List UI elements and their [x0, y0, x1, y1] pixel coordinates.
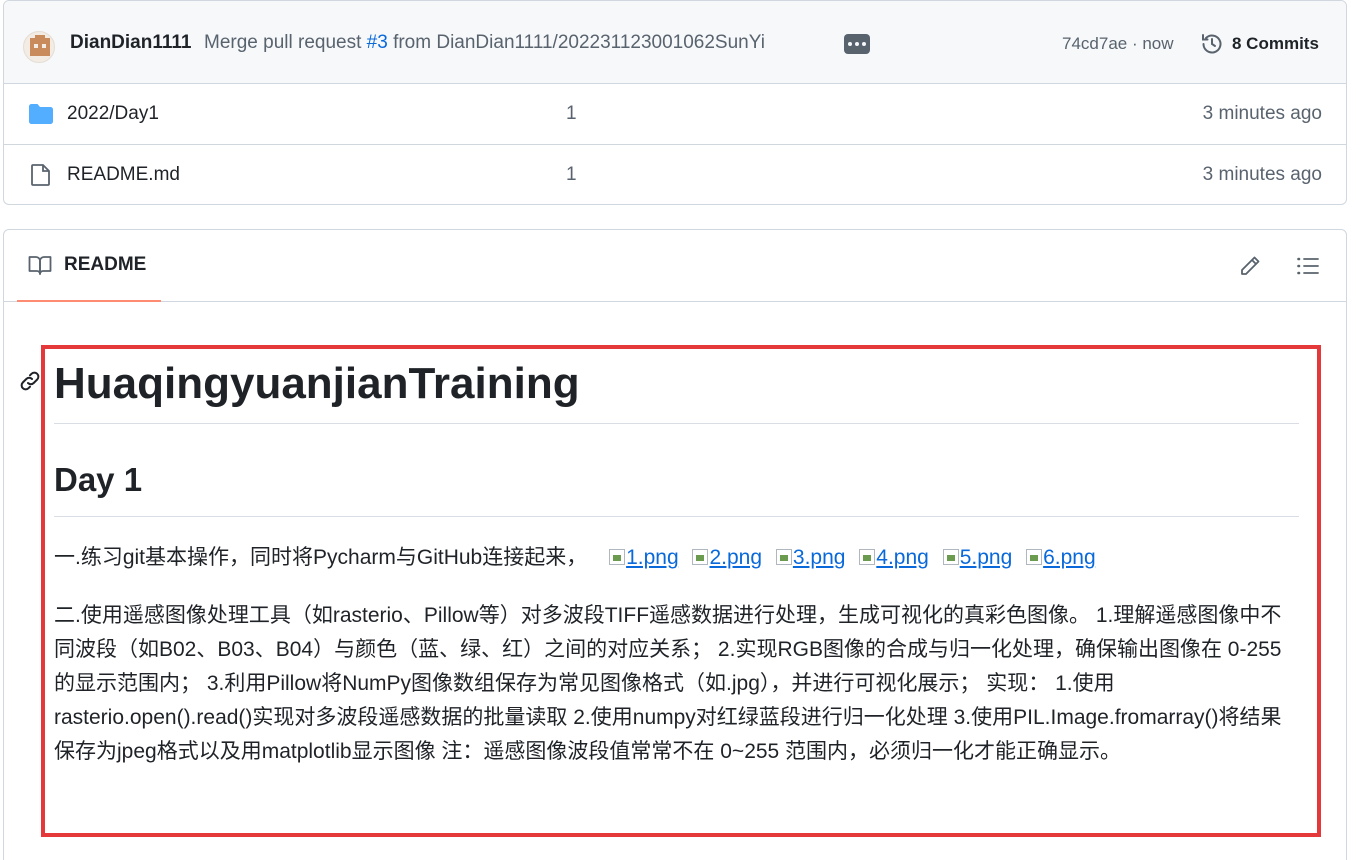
file-commit-time: 3 minutes ago: [1202, 164, 1322, 185]
commit-message-suffix[interactable]: from DianDian1111/202231123001062SunYi: [388, 32, 765, 53]
ellipsis-icon[interactable]: [844, 34, 870, 54]
file-commit-time: 3 minutes ago: [1202, 103, 1322, 124]
link-icon[interactable]: [18, 369, 42, 393]
readme-header: README: [4, 230, 1346, 302]
pencil-icon[interactable]: [1238, 254, 1262, 278]
history-icon[interactable]: [1200, 32, 1224, 56]
commit-message-prefix[interactable]: Merge pull request: [204, 32, 367, 53]
file-commit-message[interactable]: 1: [566, 164, 577, 186]
commit-message[interactable]: Merge pull request #3 from DianDian1111/…: [204, 32, 765, 54]
readme-panel: README HuaqingyuanjianTraining Day 1 一.练…: [3, 229, 1347, 860]
folder-icon: [29, 104, 53, 124]
file-commit-message[interactable]: 1: [566, 103, 577, 125]
file-row-readme[interactable]: README.md 1 3 minutes ago: [4, 145, 1346, 204]
commit-sha-time[interactable]: 74cd7ae · now: [1062, 34, 1174, 54]
latest-commit-bar: DianDian1111 Merge pull request #3 from …: [4, 1, 1346, 84]
file-icon: [31, 164, 50, 186]
commits-count-link[interactable]: 8 Commits: [1232, 34, 1319, 54]
highlight-box: [41, 345, 1321, 837]
repo-file-table: DianDian1111 Merge pull request #3 from …: [3, 0, 1347, 205]
tab-readme[interactable]: README: [17, 230, 161, 302]
avatar[interactable]: [23, 31, 55, 63]
book-icon: [28, 256, 52, 275]
file-name-link[interactable]: README.md: [67, 164, 180, 186]
readme-tab-label: README: [64, 254, 147, 275]
file-name-link[interactable]: 2022/Day1: [67, 103, 159, 125]
commit-author-link[interactable]: DianDian1111: [70, 32, 191, 54]
pull-request-link[interactable]: #3: [367, 32, 388, 53]
list-icon[interactable]: [1296, 254, 1320, 278]
file-row-folder[interactable]: 2022/Day1 1 3 minutes ago: [4, 84, 1346, 145]
